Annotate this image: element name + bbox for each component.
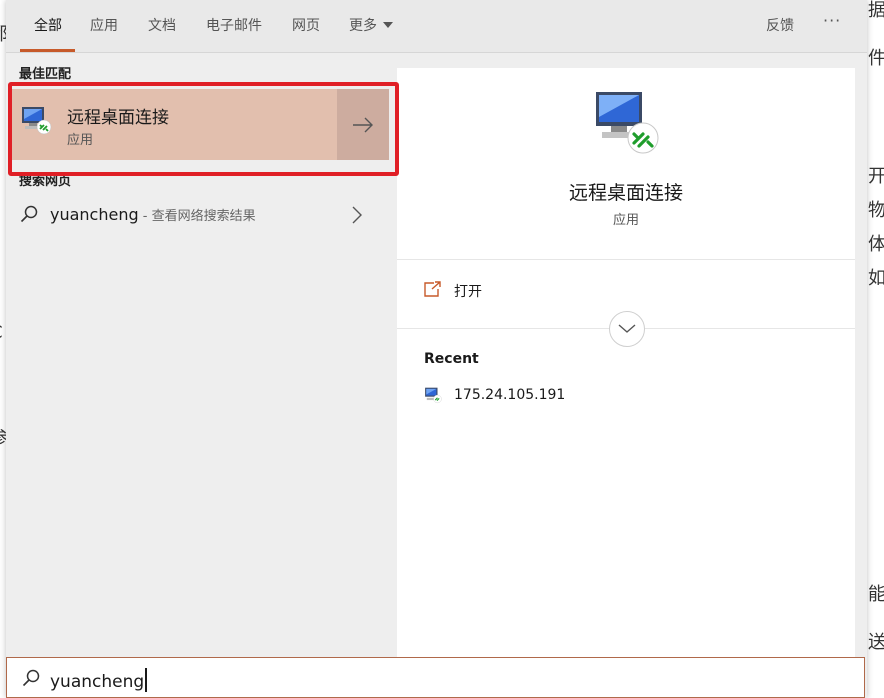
filter-tabs: 全部 应用 文档 电子邮件 网页 更多 反馈 ··· [6,0,867,53]
more-options-button[interactable]: ··· [823,11,841,30]
open-icon [424,281,441,297]
remote-desktop-icon [425,387,442,404]
chevron-right-icon [352,206,362,224]
highlight-annotation [8,82,399,176]
search-input-value: yuancheng [50,668,148,692]
web-search-text: yuancheng - 查看网络搜索结果 [50,205,256,224]
feedback-button[interactable]: 反馈 [766,15,794,35]
background-text: 开 [868,166,884,187]
web-search-query: yuancheng [50,205,139,224]
search-icon [22,669,40,687]
tab-web[interactable]: 网页 [292,15,320,35]
tab-more[interactable]: 更多 [349,15,393,35]
background-text: 物 [868,200,884,221]
tab-apps[interactable]: 应用 [90,15,118,35]
expand-button[interactable] [609,311,645,347]
background-text: 如 [868,268,884,289]
chevron-down-icon [618,324,636,333]
active-tab-indicator [20,49,75,52]
background-text: 件 [868,48,884,69]
divider [397,259,855,260]
detail-subtitle: 应用 [612,213,639,228]
web-search-result[interactable]: yuancheng - 查看网络搜索结果 [6,196,382,236]
background-text: 能 [868,584,884,605]
detail-pane: 远程桌面连接 应用 打开 Recent 175.24.105.191 [397,68,855,658]
search-panel: 全部 应用 文档 电子邮件 网页 更多 反馈 ··· 最佳匹配 远程桌面连接 应… [6,0,867,698]
remote-desktop-icon [593,88,661,158]
best-match-heading: 最佳匹配 [19,67,72,82]
text-caret [145,668,148,692]
background-text: C [0,322,3,343]
tab-email[interactable]: 电子邮件 [206,15,262,35]
chevron-down-icon [383,22,393,28]
tab-documents[interactable]: 文档 [148,15,176,35]
tab-more-label: 更多 [349,18,377,34]
search-query-text: yuancheng [50,672,145,692]
background-text: 据 [868,0,884,21]
background-text: 送 [868,632,884,653]
detail-title: 远程桌面连接 [568,182,683,204]
recent-item-label: 175.24.105.191 [454,387,566,403]
recent-heading: Recent [424,351,479,367]
tab-all[interactable]: 全部 [34,15,62,35]
web-search-suffix: - 查看网络搜索结果 [138,209,256,224]
background-text: 体 [868,234,884,255]
search-icon [20,205,38,223]
open-action-label: 打开 [454,284,482,300]
search-input[interactable]: yuancheng [6,657,865,698]
